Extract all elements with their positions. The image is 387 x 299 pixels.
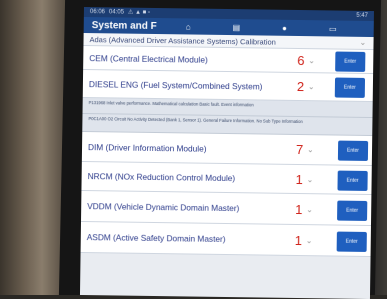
module-row-diesel[interactable]: DIESEL ENG (Fuel System/Combined System)… (82, 69, 374, 103)
chevron-down-icon[interactable]: ⌄ (307, 145, 314, 154)
module-label: CEM (Central Electrical Module) (89, 52, 208, 65)
page-title: System and F (91, 19, 157, 32)
enter-button[interactable]: Enter (337, 170, 368, 191)
enter-button[interactable]: Enter (335, 51, 366, 72)
module-label: DIM (Driver Information Module) (87, 141, 207, 154)
module-row-nrcm[interactable]: NRCM (NOx Reduction Control Module) 1 ⌄ … (81, 161, 372, 196)
fault-count: 1 (294, 232, 303, 249)
module-label: ASDM (Active Safety Domain Master) (86, 232, 226, 244)
chevron-down-icon[interactable]: ⌄ (306, 236, 313, 245)
menu-icon[interactable]: ▭ (329, 24, 337, 33)
fault-count: 1 (295, 171, 303, 188)
status-right: 5:47 (356, 12, 368, 19)
dtc-text: P0C1A00 O2 Circuit No Activity Detected … (88, 116, 303, 125)
home-icon[interactable]: ⌂ (186, 22, 191, 31)
chevron-down-icon[interactable]: ⌄ (359, 38, 366, 47)
module-row-vddm[interactable]: VDDM (Vehicle Dynamic Domain Master) 1 ⌄… (80, 190, 372, 227)
chevron-down-icon[interactable]: ⌄ (308, 56, 315, 65)
module-row-asdm[interactable]: ASDM (Active Safety Domain Master) 1 ⌄ E… (80, 221, 371, 258)
enter-button[interactable]: Enter (334, 77, 366, 98)
module-row-dim[interactable]: DIM (Driver Information Module) 7 ⌄ Ente… (81, 131, 373, 167)
dtc-text: P131968 Inlet valve performance. Mathema… (88, 100, 254, 108)
notification-icons: ⚠ ▲ ■ ▫ (127, 9, 151, 16)
module-label: DIESEL ENG (Fuel System/Combined System) (88, 78, 263, 91)
chevron-down-icon[interactable]: ⌄ (308, 82, 315, 91)
fault-count: 6 (297, 52, 305, 69)
module-label: VDDM (Vehicle Dynamic Domain Master) (87, 201, 240, 214)
enter-button[interactable]: Enter (337, 140, 369, 161)
report-icon[interactable]: ▤ (233, 23, 241, 32)
tablet-screen: 06:06 04:05 ⚠ ▲ ■ ▫ 5:47 System and F ⌂ … (79, 7, 374, 299)
status-time: 06:06 (89, 9, 105, 16)
fault-count: 1 (295, 201, 303, 218)
adas-label: Adas (Advanced Driver Assistance Systems… (89, 34, 276, 47)
module-label: NRCM (NOx Reduction Control Module) (87, 171, 236, 184)
chevron-down-icon[interactable]: ⌄ (306, 205, 313, 214)
enter-button[interactable]: Enter (337, 200, 368, 221)
status-clock: 04:05 (108, 9, 124, 16)
fault-count: 7 (295, 141, 304, 158)
fault-count: 2 (296, 78, 305, 95)
enter-button[interactable]: Enter (336, 231, 367, 252)
user-icon[interactable]: ● (282, 23, 287, 32)
chevron-down-icon[interactable]: ⌄ (307, 175, 314, 184)
